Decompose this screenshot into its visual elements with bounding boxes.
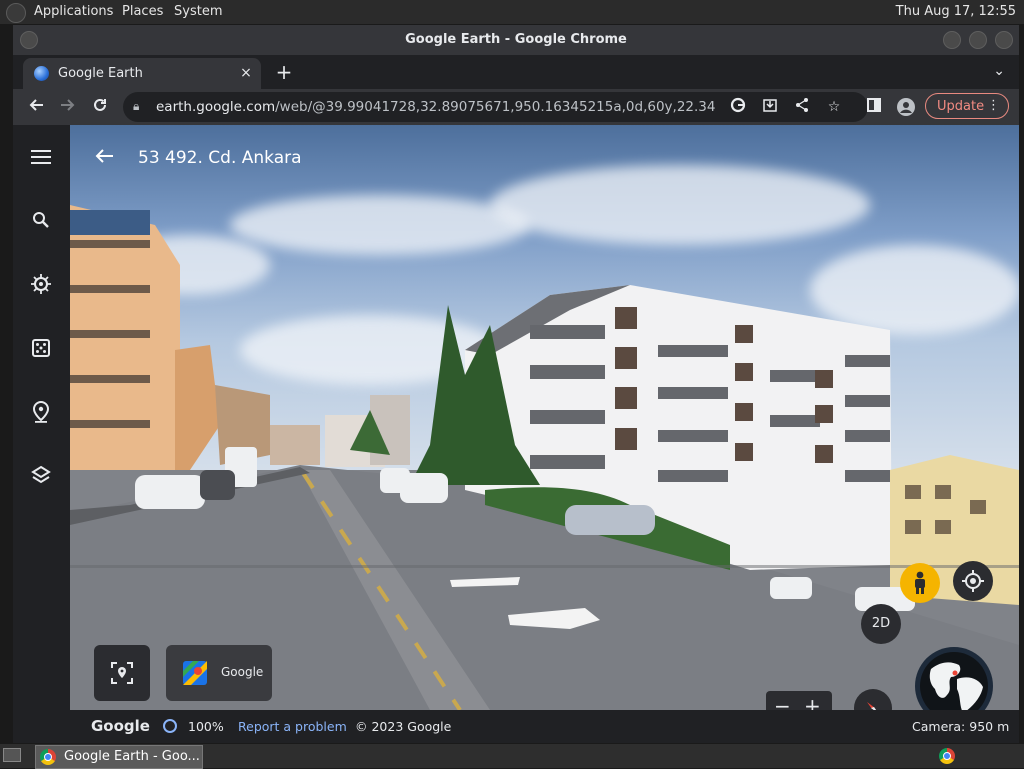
place-title: 53 492. Cd. Ankara — [138, 148, 302, 168]
browser-toolbar: 🔒︎ earth.google.com/web/@39.99041728,32.… — [13, 89, 1019, 125]
taskbar-item-label: Google Earth - Goo... — [64, 749, 200, 764]
taskbar-window-google-earth[interactable]: Google Earth - Goo... — [35, 745, 203, 769]
maximize-button[interactable] — [969, 31, 987, 49]
street-view-location-button[interactable] — [94, 645, 150, 701]
voyager-wheel-icon[interactable] — [28, 273, 54, 299]
more-menu-icon[interactable]: ⋮ — [987, 98, 1000, 113]
crosshair-icon — [962, 570, 984, 592]
projects-pin-icon[interactable] — [28, 400, 54, 427]
install-app-icon[interactable] — [760, 97, 780, 117]
camera-altitude: Camera: 950 m — [912, 719, 1010, 734]
profile-avatar-icon[interactable] — [896, 97, 916, 117]
google-earth-favicon-icon — [34, 66, 49, 81]
update-button[interactable]: Update ⋮ — [925, 93, 1009, 119]
minimize-button[interactable] — [943, 31, 961, 49]
pegman-icon — [915, 571, 925, 594]
chrome-tray-icon[interactable] — [939, 748, 955, 764]
share-icon[interactable] — [792, 97, 812, 117]
bookmark-star-icon[interactable]: ☆ — [824, 97, 844, 117]
menu-hamburger-icon[interactable] — [28, 145, 54, 171]
chrome-icon — [40, 749, 56, 765]
loading-circle-icon — [163, 719, 177, 733]
url-text[interactable]: earth.google.com/web/@39.99041728,32.890… — [156, 99, 716, 115]
tab-close-icon[interactable]: × — [237, 64, 255, 82]
distro-logo-icon[interactable] — [6, 3, 26, 23]
tab-search-chevron-icon[interactable]: ⌄ — [993, 63, 1005, 79]
earth-side-rail — [13, 125, 70, 743]
street-view-scene[interactable]: 53 492. Cd. Ankara Google 2D − + — [70, 125, 1019, 710]
close-window-button[interactable] — [995, 31, 1013, 49]
globe-icon — [920, 652, 988, 710]
forward-icon[interactable] — [58, 97, 78, 117]
feeling-lucky-dice-icon[interactable] — [28, 337, 54, 363]
map-style-layers-icon[interactable] — [28, 465, 54, 491]
new-tab-button[interactable]: + — [274, 62, 294, 82]
reload-icon[interactable] — [90, 97, 110, 117]
clock[interactable]: Thu Aug 17, 12:55 — [896, 4, 1016, 19]
window-title: Google Earth - Google Chrome — [405, 32, 627, 47]
mini-globe-button[interactable] — [915, 647, 993, 710]
zoom-controls: − + — [766, 691, 832, 710]
side-panel-icon[interactable] — [864, 97, 884, 117]
tab-google-earth[interactable]: Google Earth × — [23, 58, 261, 89]
back-arrow-icon[interactable] — [94, 145, 114, 169]
compass-needle-icon — [867, 702, 877, 710]
places-menu[interactable]: Places — [122, 4, 163, 19]
zoom-in-button[interactable]: + — [804, 694, 821, 710]
tab-strip: Google Earth × + ⌄ — [13, 55, 1019, 89]
load-percentage: 100% — [188, 719, 224, 734]
zoom-out-button[interactable]: − — [774, 694, 791, 710]
google-lens-icon[interactable] — [728, 97, 748, 117]
search-icon[interactable] — [28, 209, 54, 235]
google-logo: Google — [91, 717, 150, 735]
2d-3d-toggle-button[interactable]: 2D — [861, 604, 901, 644]
system-menu[interactable]: System — [174, 4, 222, 19]
lock-icon[interactable]: 🔒︎ — [133, 99, 139, 114]
google-earth-app: 53 492. Cd. Ankara Google 2D − + Google … — [13, 125, 1019, 743]
applications-menu[interactable]: Applications — [34, 4, 113, 19]
taskbar: Google Earth - Goo... — [0, 744, 1024, 769]
window-titlebar[interactable]: Google Earth - Google Chrome — [13, 25, 1019, 55]
chrome-window: Google Earth - Google Chrome Google Eart… — [13, 25, 1019, 743]
my-location-button[interactable] — [953, 561, 993, 601]
tab-title: Google Earth — [58, 66, 143, 81]
google-maps-icon — [183, 661, 207, 685]
report-problem-link[interactable]: Report a problem — [238, 719, 347, 734]
address-bar[interactable]: 🔒︎ earth.google.com/web/@39.99041728,32.… — [123, 92, 868, 122]
back-icon[interactable] — [26, 97, 46, 117]
google-maps-button[interactable]: Google — [166, 645, 272, 701]
pegman-button[interactable] — [900, 563, 940, 603]
earth-footer: Google 100% Report a problem © 2023 Goog… — [70, 710, 1019, 743]
show-desktop-icon[interactable] — [3, 748, 21, 762]
top-panel: Applications Places System Thu Aug 17, 1… — [0, 0, 1024, 24]
google-maps-label: Google — [221, 665, 264, 679]
copyright-text: © 2023 Google — [355, 719, 452, 734]
